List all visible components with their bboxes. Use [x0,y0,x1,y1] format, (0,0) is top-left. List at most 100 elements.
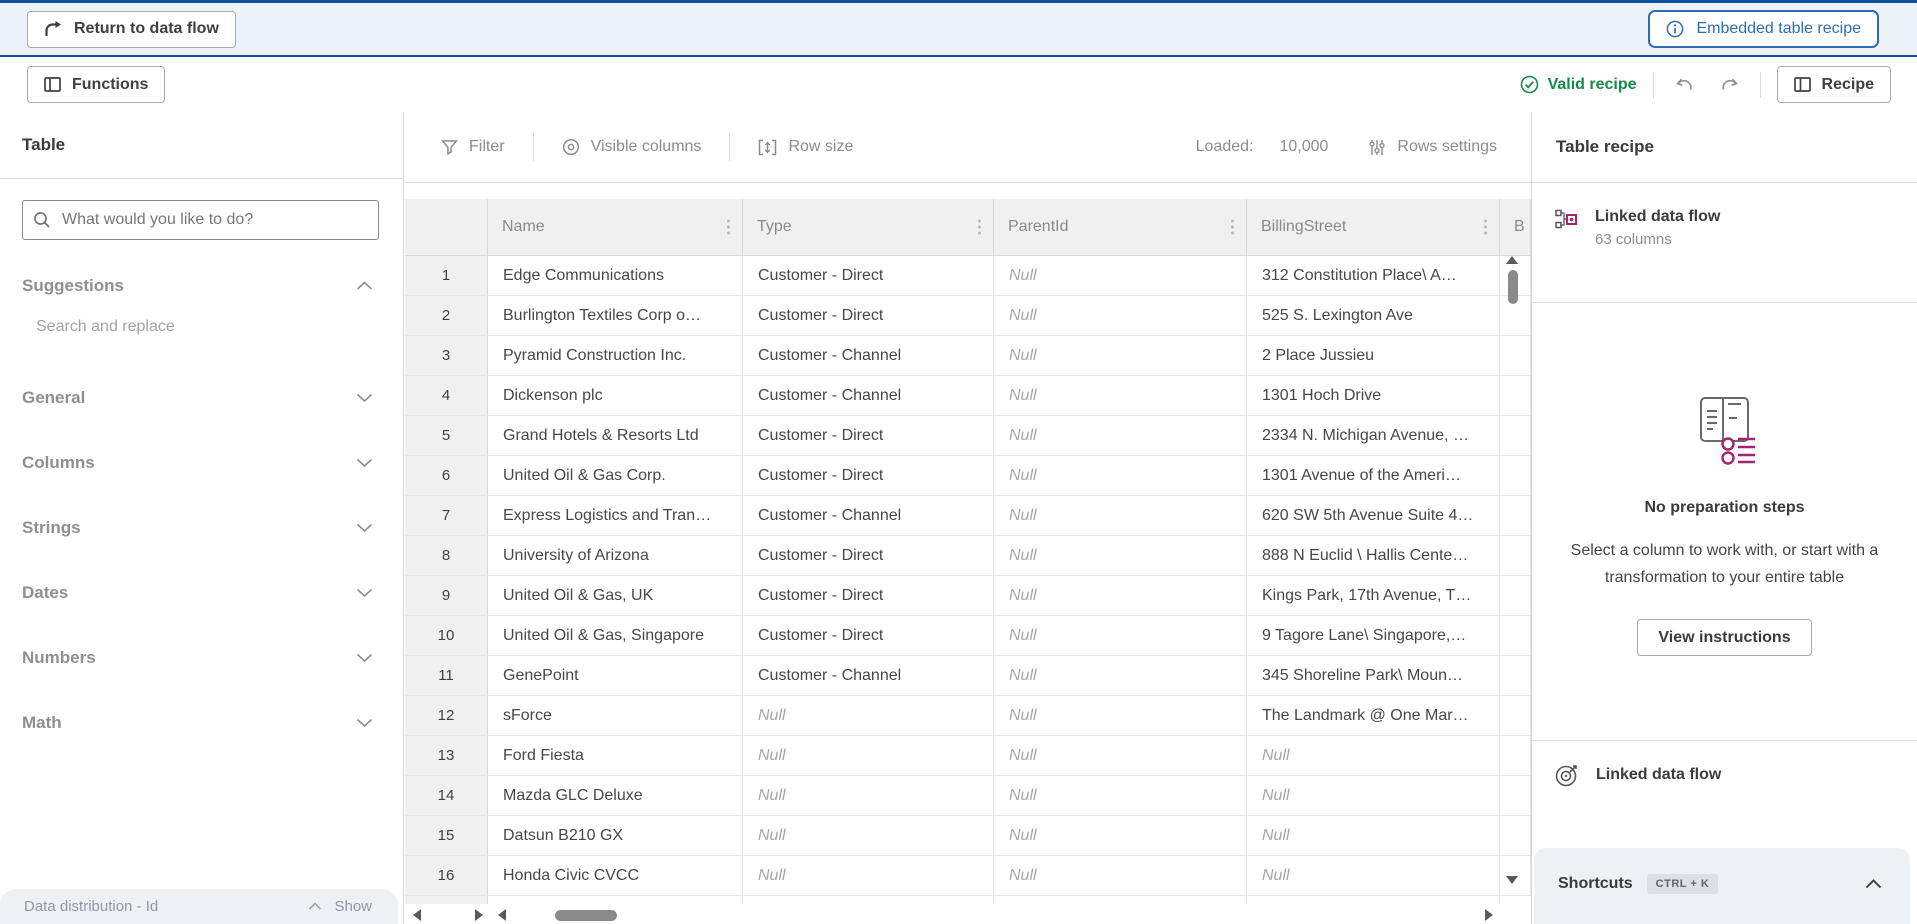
table-cell[interactable]: Customer - Direct [743,296,994,335]
row-number-cell[interactable]: 16 [405,856,488,895]
table-cell-clipped[interactable] [1500,456,1531,495]
column-menu-icon[interactable] [1484,220,1487,235]
table-cell-clipped[interactable] [1500,576,1531,615]
data-distribution-bar[interactable]: Data distribution - Id Show [0,889,398,924]
table-cell[interactable]: 9 Tagore Lane\ Singapore,… [1247,616,1500,655]
sidebar-section-strings[interactable]: Strings [0,495,403,560]
table-cell[interactable]: Customer - Direct [743,456,994,495]
table-cell[interactable]: Null [994,696,1247,735]
row-number-cell[interactable]: 12 [405,696,488,735]
row-number-cell[interactable]: 4 [405,376,488,415]
row-size-button[interactable]: Row size [758,138,853,156]
table-cell[interactable]: Null [994,256,1247,295]
table-cell[interactable]: Null [994,616,1247,655]
table-cell[interactable]: Null [743,816,994,855]
table-cell-clipped[interactable] [1500,776,1531,815]
row-number-cell[interactable]: 8 [405,536,488,575]
table-cell[interactable]: Null [994,456,1247,495]
table-cell[interactable]: Null [1247,736,1500,775]
table-cell[interactable]: Null [1247,816,1500,855]
table-cell[interactable]: Null [743,856,994,895]
table-cell[interactable]: Customer - Channel [743,376,994,415]
table-cell[interactable]: Ford Fiesta [488,736,743,775]
table-cell-clipped[interactable] [1500,656,1531,695]
row-number-cell[interactable]: 7 [405,496,488,535]
table-cell-clipped[interactable] [1500,496,1531,535]
table-cell[interactable]: Customer - Direct [743,536,994,575]
table-cell[interactable]: 1301 Avenue of the Ameri… [1247,456,1500,495]
embedded-table-recipe-button[interactable]: Embedded table recipe [1648,10,1879,48]
redo-button[interactable] [1714,72,1744,98]
view-instructions-button[interactable]: View instructions [1637,619,1811,656]
row-number-cell[interactable]: 5 [405,416,488,455]
table-cell[interactable]: Datsun B210 GX [488,816,743,855]
row-number-cell[interactable]: 2 [405,296,488,335]
table-cell[interactable]: sForce [488,696,743,735]
table-cell[interactable]: Kings Park, 17th Avenue, T… [1247,576,1500,615]
table-cell[interactable]: 312 Constitution Place\ A… [1247,256,1500,295]
table-cell[interactable]: Null [994,376,1247,415]
table-cell[interactable]: Null [743,776,994,815]
table-cell[interactable]: 888 N Euclid \ Hallis Cente… [1247,536,1500,575]
recipe-button[interactable]: Recipe [1777,66,1891,103]
row-number-cell[interactable]: 11 [405,656,488,695]
table-cell[interactable]: Customer - Direct [743,576,994,615]
vertical-scrollbar-thumb[interactable] [1508,270,1518,304]
row-number-cell[interactable]: 9 [405,576,488,615]
table-cell[interactable]: Null [743,696,994,735]
row-number-cell[interactable]: 15 [405,816,488,855]
suggestion-search-and-replace[interactable]: Search and replace [0,312,403,342]
scroll-right-arrow[interactable] [1485,909,1493,921]
table-cell[interactable] [994,896,1247,904]
table-cell[interactable]: Customer - Direct [743,256,994,295]
column-header-name[interactable]: Name [488,199,743,255]
row-number-cell[interactable]: 6 [405,456,488,495]
table-cell[interactable]: United Oil & Gas, Singapore [488,616,743,655]
horizontal-scrollbar-thumb[interactable] [555,910,617,921]
return-to-data-flow-button[interactable]: Return to data flow [27,11,236,48]
filter-button[interactable]: Filter [441,138,505,156]
column-header-clipped[interactable]: B [1500,199,1531,255]
table-cell-clipped[interactable] [1500,416,1531,455]
sidebar-section-suggestions[interactable]: Suggestions [0,268,403,304]
shortcuts-bar[interactable]: Shortcuts CTRL + K [1534,848,1910,924]
table-cell[interactable]: 345 Shoreline Park\ Moun… [1247,656,1500,695]
table-cell[interactable]: Null [994,536,1247,575]
sidebar-section-dates[interactable]: Dates [0,560,403,625]
table-cell[interactable]: Null [994,336,1247,375]
table-cell[interactable] [405,896,488,904]
table-cell-clipped[interactable] [1500,536,1531,575]
column-menu-icon[interactable] [727,220,730,235]
table-cell[interactable]: United Oil & Gas, UK [488,576,743,615]
table-cell[interactable]: 620 SW 5th Avenue Suite 4… [1247,496,1500,535]
table-cell[interactable]: Customer - Channel [743,656,994,695]
rows-settings-button[interactable]: Rows settings [1368,138,1497,156]
table-cell[interactable]: Null [1247,776,1500,815]
table-cell[interactable]: Null [1247,856,1500,895]
table-cell[interactable]: Null [994,496,1247,535]
table-cell[interactable] [488,896,743,904]
scroll-down-arrow[interactable] [1506,876,1518,884]
table-cell[interactable]: Null [994,416,1247,455]
search-input[interactable] [60,210,368,230]
undo-button[interactable] [1670,72,1700,98]
sidebar-search[interactable] [22,200,379,240]
functions-button[interactable]: Functions [27,66,165,103]
linked-data-flow-link[interactable]: Linked data flow [1554,762,1721,788]
table-cell-clipped[interactable] [1500,616,1531,655]
table-cell[interactable]: Customer - Direct [743,416,994,455]
table-cell[interactable]: Null [743,736,994,775]
row-number-header[interactable] [405,199,488,255]
table-cell[interactable]: United Oil & Gas Corp. [488,456,743,495]
table-cell[interactable]: Customer - Channel [743,496,994,535]
table-cell[interactable]: 2334 N. Michigan Avenue, … [1247,416,1500,455]
sidebar-section-columns[interactable]: Columns [0,430,403,495]
sidebar-section-math[interactable]: Math [0,690,403,755]
table-cell-clipped[interactable] [1500,816,1531,855]
show-toggle-label[interactable]: Show [334,898,372,915]
column-header-parentid[interactable]: ParentId [994,199,1247,255]
table-cell[interactable]: Pyramid Construction Inc. [488,336,743,375]
column-menu-icon[interactable] [1231,220,1234,235]
column-menu-icon[interactable] [978,220,981,235]
table-cell[interactable] [743,896,994,904]
